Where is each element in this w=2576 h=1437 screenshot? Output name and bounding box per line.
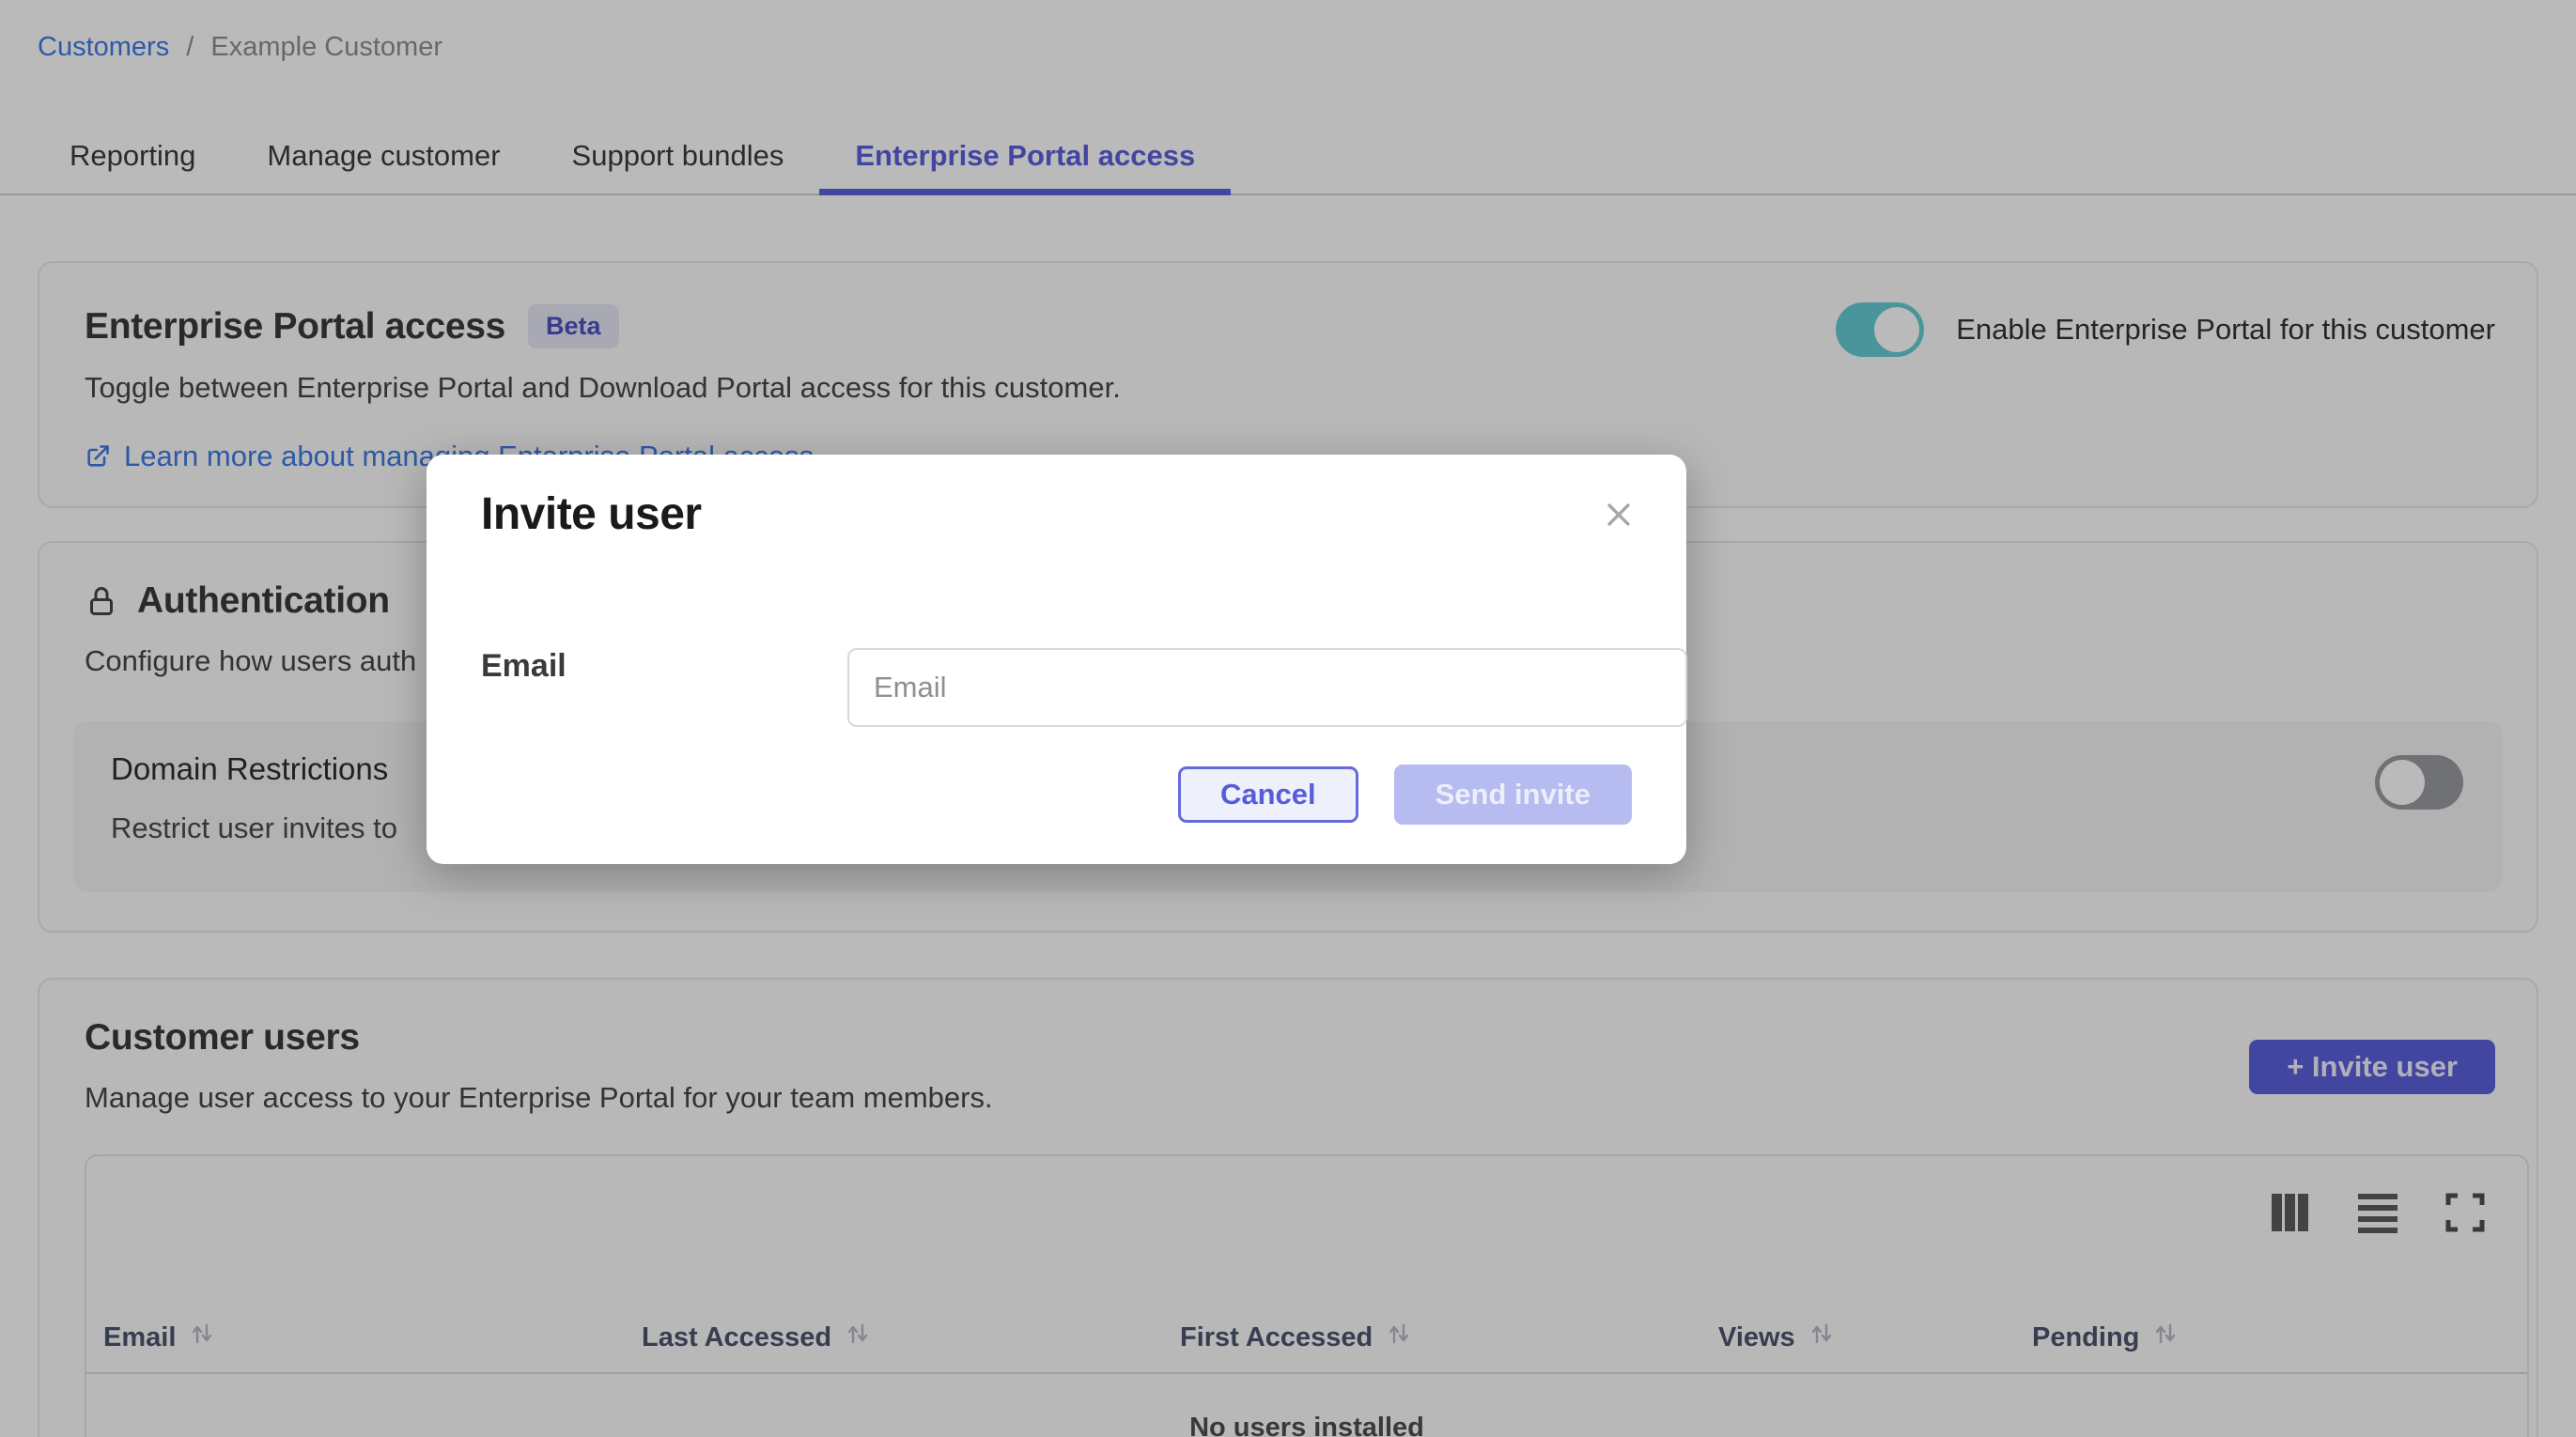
email-input[interactable] [847, 648, 1687, 727]
email-form-row: Email [481, 648, 1632, 685]
cancel-button[interactable]: Cancel [1178, 766, 1358, 823]
send-invite-button[interactable]: Send invite [1394, 765, 1632, 825]
modal-title: Invite user [481, 488, 702, 540]
email-field-label: Email [481, 648, 566, 685]
enterprise-portal-page: Customers / Example Customer Reporting M… [0, 0, 2576, 1437]
invite-user-modal: Invite user Email Cancel Send invite [427, 455, 1686, 864]
close-icon[interactable] [1600, 496, 1637, 533]
modal-actions: Cancel Send invite [1178, 765, 1632, 825]
